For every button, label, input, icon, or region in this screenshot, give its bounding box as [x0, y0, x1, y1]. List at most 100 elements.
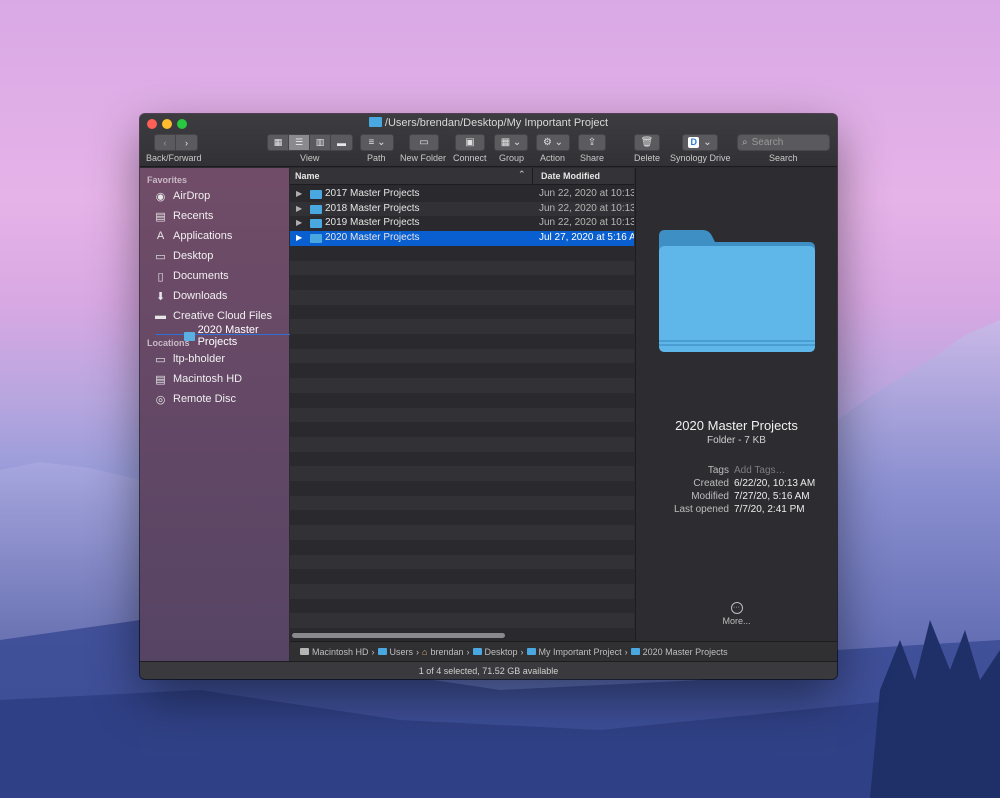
search-label: Search [769, 153, 798, 163]
action-label: Action [540, 153, 566, 163]
document-icon: ▯ [157, 270, 164, 283]
folder-icon: ▬ [155, 310, 166, 322]
sidebar-item-remote-disc[interactable]: ◎ Remote Disc [154, 393, 236, 406]
status-text: 1 of 4 selected, 71.52 GB available [418, 665, 559, 676]
list-stripe [290, 363, 634, 379]
row-date: Jun 22, 2020 at 10:13 [539, 188, 634, 199]
search-placeholder: Search [751, 137, 784, 148]
column-header-date-modified[interactable]: Date Modified [541, 171, 600, 181]
back-button[interactable]: ‹ [155, 135, 176, 150]
list-stripe [290, 319, 634, 334]
new-folder-icon: ▭ [419, 137, 429, 148]
sort-ascending-icon: ⌃ [518, 169, 526, 179]
group-button[interactable]: ▦ ⌄ [494, 134, 528, 151]
sidebar-item-label: Desktop [173, 250, 214, 262]
preview-modified-key: Modified [691, 491, 729, 502]
path-segment[interactable]: Desktop [485, 647, 518, 657]
sidebar-item-downloads[interactable]: ⬇ Downloads [154, 290, 228, 303]
chevron-right-icon: › [416, 646, 420, 657]
list-view-button[interactable]: ☰ [289, 135, 310, 150]
disclosure-triangle-icon[interactable]: ▶ [296, 204, 302, 213]
sidebar-item-ltp-bholder[interactable]: ▭ ltp-bholder [154, 353, 225, 366]
download-icon: ⬇ [155, 290, 166, 303]
preview-opened-value: 7/7/20, 2:41 PM [734, 504, 805, 515]
table-row[interactable]: ▶ 2017 Master Projects Jun 22, 2020 at 1… [290, 187, 634, 202]
path-label: Path [367, 153, 386, 163]
row-name: 2018 Master Projects [325, 202, 420, 214]
connect-button[interactable]: ▣ [455, 134, 485, 151]
path-button[interactable]: ≡ ⌄ [360, 134, 394, 151]
list-stripe [290, 407, 634, 423]
list-stripe [290, 334, 634, 349]
airdrop-icon: ◉ [155, 190, 166, 203]
laptop-icon: ▭ [155, 353, 166, 366]
disk-icon: ▤ [155, 373, 166, 386]
sidebar-item-label: ltp-bholder [173, 353, 225, 365]
folder-icon [310, 234, 322, 244]
sidebar-item-airdrop[interactable]: ◉ AirDrop [154, 190, 211, 203]
preview-name: 2020 Master Projects [675, 418, 798, 433]
share-button[interactable]: ⇪ [578, 134, 606, 151]
list-stripe [290, 539, 634, 555]
chevron-right-icon: › [624, 646, 628, 657]
sidebar-item-macintosh-hd[interactable]: ▤ Macintosh HD [154, 373, 242, 386]
drag-ghost: 2020 Master Projects [184, 324, 289, 348]
path-segment[interactable]: My Important Project [539, 647, 622, 657]
table-row[interactable]: ▶ 2019 Master Projects Jun 22, 2020 at 1… [290, 216, 634, 231]
sidebar-item-creative-cloud-files[interactable]: ▬ Creative Cloud Files [154, 310, 272, 322]
chevron-right-icon: › [466, 646, 470, 657]
horizontal-scrollbar[interactable] [292, 633, 505, 638]
action-button[interactable]: ⚙ ⌄ [536, 134, 570, 151]
sidebar-item-desktop[interactable]: ▭ Desktop [154, 250, 214, 263]
search-field[interactable]: ⌕ Search [737, 134, 830, 151]
file-list: Name ⌃ Date Modified ▶ 2017 Master Proje… [290, 168, 634, 641]
disclosure-triangle-icon[interactable]: ▶ [296, 189, 302, 198]
sidebar-item-documents[interactable]: ▯ Documents [154, 270, 228, 283]
gear-icon: ⚙ ⌄ [542, 137, 564, 148]
add-tags-field[interactable]: Add Tags… [734, 465, 786, 476]
list-stripe [290, 583, 634, 599]
synology-drive-button[interactable]: D ⌄ [682, 134, 718, 151]
list-stripe [290, 569, 634, 584]
column-view-button[interactable]: ▥ [310, 135, 331, 150]
column-divider[interactable] [532, 168, 533, 185]
finder-window: /Users/brendan/Desktop/My Important Proj… [140, 114, 837, 679]
row-date: Jun 22, 2020 at 10:13 [539, 217, 634, 229]
window-title-text: /Users/brendan/Desktop/My Important Proj… [384, 117, 609, 129]
row-date: Jul 27, 2020 at 5:16 A [539, 232, 634, 244]
gallery-view-button[interactable]: ▬ [331, 135, 352, 150]
sidebar-item-applications[interactable]: A Applications [154, 230, 233, 242]
column-header-name[interactable]: Name [295, 171, 320, 181]
more-button[interactable]: ··· More... [636, 596, 837, 626]
disclosure-triangle-icon[interactable]: ▶ [296, 218, 302, 227]
path-segment[interactable]: brendan [430, 647, 463, 657]
share-label: Share [580, 153, 605, 163]
table-row-selected[interactable]: ▶ 2020 Master Projects Jul 27, 2020 at 5… [290, 231, 634, 246]
folder-icon [377, 648, 387, 655]
path-segment[interactable]: Macintosh HD [312, 647, 369, 657]
path-segment[interactable]: Users [390, 647, 414, 657]
delete-button[interactable]: 🗑 [634, 134, 660, 151]
list-stripe [290, 525, 634, 540]
preview-opened-key: Last opened [673, 504, 729, 515]
preview-modified-value: 7/27/20, 5:16 AM [734, 491, 810, 502]
list-stripe [290, 378, 634, 393]
disclosure-triangle-icon[interactable]: ▶ [296, 233, 302, 242]
icon-view-button[interactable]: ▦ [268, 135, 289, 150]
drag-ghost-label: 2020 Master Projects [197, 324, 259, 348]
path-icon: ≡ ⌄ [368, 137, 386, 148]
list-stripe [290, 466, 634, 481]
forward-button[interactable]: › [176, 135, 197, 150]
path-segment[interactable]: 2020 Master Projects [643, 647, 728, 657]
new-folder-button[interactable]: ▭ [409, 134, 439, 151]
applications-icon: A [156, 230, 165, 242]
sidebar-item-recents[interactable]: ▤ Recents [154, 210, 213, 223]
list-header: Name ⌃ Date Modified [290, 168, 634, 185]
list-stripe [290, 304, 634, 320]
table-row[interactable]: ▶ 2018 Master Projects Jun 22, 2020 at 1… [290, 202, 634, 217]
sidebar-header-favorites: Favorites [147, 175, 188, 185]
large-folder-icon [659, 230, 815, 352]
back-forward-control: ‹ › [154, 134, 198, 151]
folder-icon [310, 190, 322, 199]
preview-created-value: 6/22/20, 10:13 AM [734, 478, 816, 489]
